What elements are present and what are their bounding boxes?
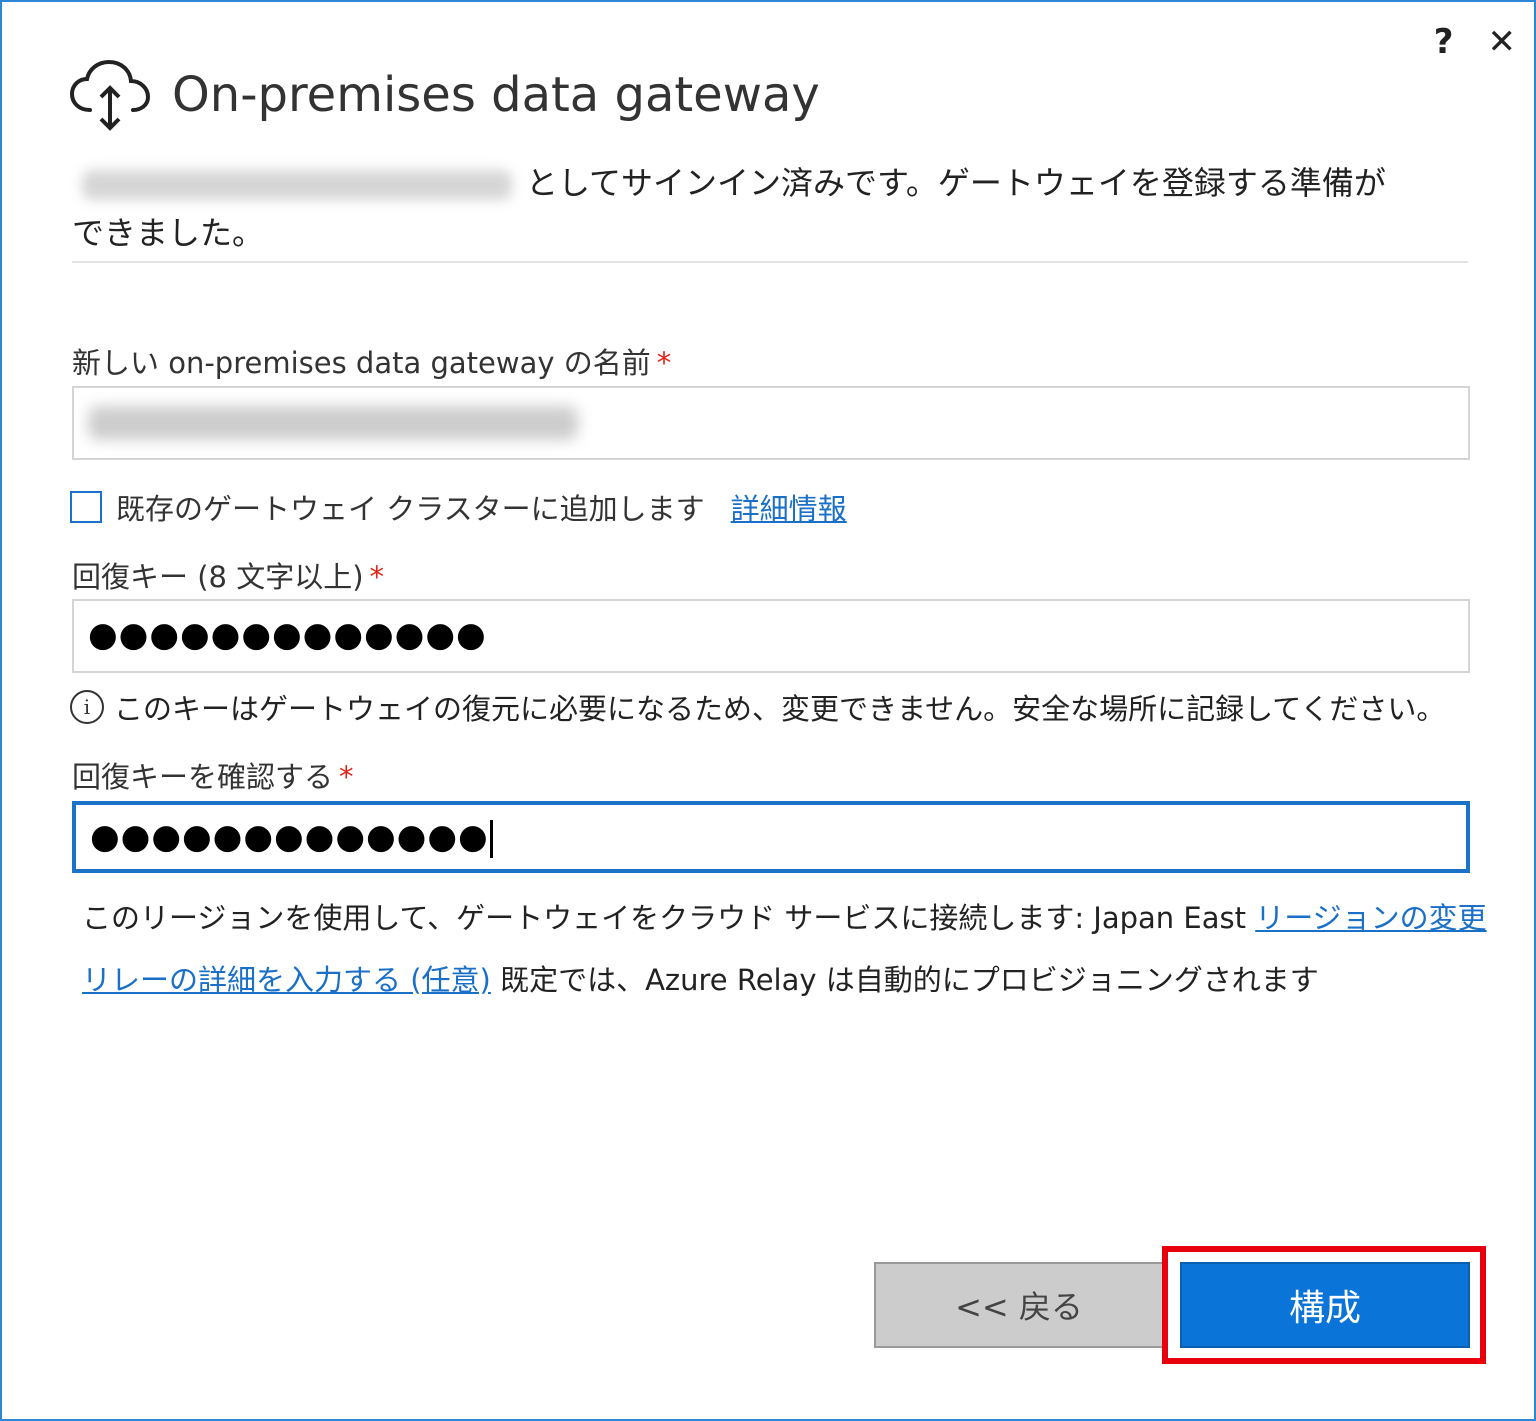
region-text: このリージョンを使用して、ゲートウェイをクラウド サービスに接続します: Jap…	[82, 901, 1246, 935]
confirm-key-label-text: 回復キーを確認する	[72, 760, 334, 794]
recovery-key-value: ●●●●●●●●●●●●●	[88, 615, 487, 655]
confirm-key-value-wrap: ●●●●●●●●●●●●●	[90, 817, 493, 858]
text-caret	[489, 819, 493, 858]
title-controls: ? ✕	[1434, 22, 1516, 62]
cluster-row: 既存のゲートウェイ クラスターに追加します 詳細情報	[70, 486, 847, 528]
region-row: このリージョンを使用して、ゲートウェイをクラウド サービスに接続します: Jap…	[82, 895, 1487, 937]
page-title: On-premises data gateway	[172, 67, 820, 123]
recovery-key-input[interactable]: ●●●●●●●●●●●●●	[72, 599, 1470, 673]
close-button[interactable]: ✕	[1488, 22, 1517, 62]
relay-details-link[interactable]: リレーの詳細を入力する (任意)	[82, 963, 491, 997]
gateway-name-label-text: 新しい on-premises data gateway の名前	[72, 346, 651, 380]
recovery-key-label: 回復キー (8 文字以上) *	[72, 554, 384, 596]
add-to-cluster-checkbox[interactable]	[70, 491, 102, 523]
relay-row: リレーの詳細を入力する (任意) 既定では、Azure Relay は自動的にプ…	[82, 957, 1319, 999]
app-header: On-premises data gateway	[70, 58, 820, 132]
learn-more-link[interactable]: 詳細情報	[731, 486, 847, 528]
signed-in-message: としてサインイン済みです。ゲートウェイを登録する準備ができました。	[72, 158, 1402, 258]
gateway-name-label: 新しい on-premises data gateway の名前 *	[72, 340, 671, 382]
info-icon: i	[70, 690, 104, 724]
divider	[72, 261, 1468, 263]
required-mark: *	[339, 760, 354, 794]
change-region-link[interactable]: リージョンの変更	[1255, 901, 1486, 935]
gateway-name-input[interactable]	[72, 386, 1470, 460]
confirm-key-input[interactable]: ●●●●●●●●●●●●●	[72, 801, 1470, 873]
relay-text: 既定では、Azure Relay は自動的にプロビジョニングされます	[500, 963, 1319, 997]
add-to-cluster-label: 既存のゲートウェイ クラスターに追加します	[116, 492, 705, 526]
gateway-dialog: ? ✕ On-premises data gateway としてサインイン済みで…	[0, 0, 1536, 1421]
confirm-key-label: 回復キーを確認する *	[72, 754, 354, 796]
required-mark: *	[656, 346, 672, 380]
configure-button[interactable]: 構成	[1180, 1262, 1470, 1348]
redacted-account	[82, 170, 512, 200]
redacted-gateway-name	[88, 406, 578, 440]
help-button[interactable]: ?	[1434, 22, 1454, 62]
back-button[interactable]: << 戻る	[874, 1262, 1164, 1348]
cloud-upload-icon	[70, 59, 151, 131]
recovery-info-text: このキーはゲートウェイの復元に必要になるため、変更できません。安全な場所に記録し…	[114, 692, 1446, 726]
confirm-key-value: ●●●●●●●●●●●●●	[90, 817, 489, 857]
recovery-key-label-text: 回復キー (8 文字以上)	[72, 560, 364, 594]
recovery-info: i このキーはゲートウェイの復元に必要になるため、変更できません。安全な場所に記…	[70, 686, 1445, 728]
required-mark: *	[369, 560, 385, 594]
